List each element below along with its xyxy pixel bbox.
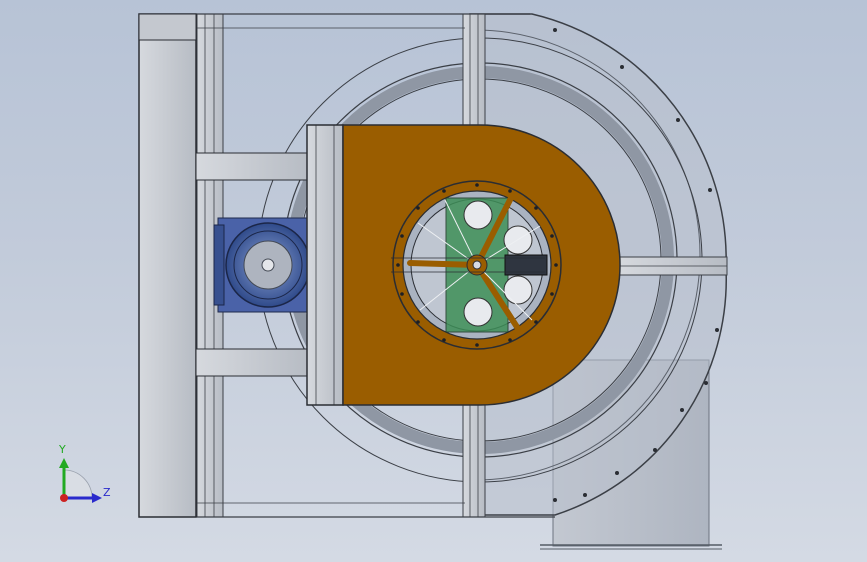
- triad-z-label: Z: [103, 486, 111, 499]
- fan-assembly-model[interactable]: [0, 0, 867, 562]
- drive-motor: [213, 217, 311, 313]
- triad-y-label: Y: [59, 443, 66, 456]
- cad-graphics-viewport[interactable]: Y Z: [0, 0, 867, 562]
- impeller: [391, 180, 562, 350]
- base-column: [138, 13, 197, 518]
- coordinate-triad[interactable]: [59, 458, 102, 503]
- mounting-plate: [306, 124, 344, 406]
